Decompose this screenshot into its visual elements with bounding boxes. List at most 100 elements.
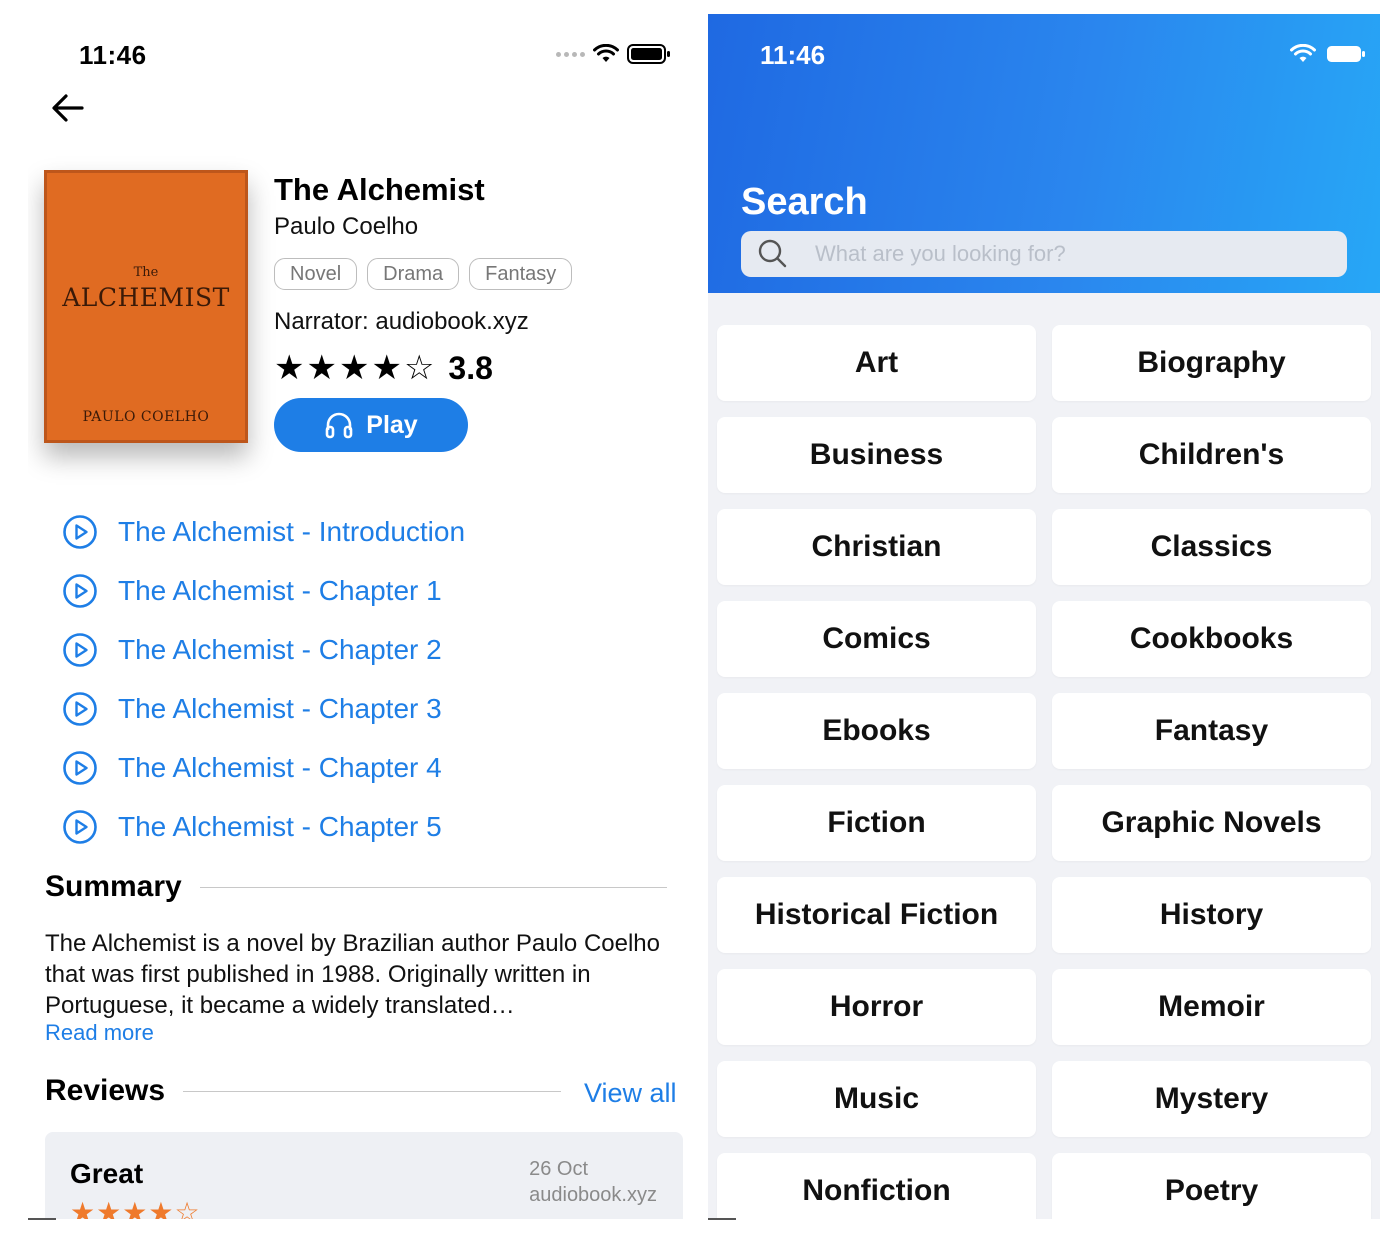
category-nonfiction[interactable]: Nonfiction	[717, 1153, 1036, 1219]
tag-drama[interactable]: Drama	[367, 258, 460, 290]
search-input[interactable]	[815, 241, 1335, 267]
battery-icon	[627, 44, 670, 64]
category-childrens[interactable]: Children's	[1052, 417, 1371, 493]
rating: ★ ★ ★ ★ ☆ 3.8	[274, 346, 674, 390]
status-icons	[1290, 44, 1366, 64]
home-indicator	[708, 1218, 736, 1220]
chapter-title: The Alchemist - Chapter 2	[118, 633, 442, 665]
cover-title: ALCHEMIST	[62, 283, 230, 312]
rating-stars: ★ ★ ★ ★ ☆	[274, 351, 434, 385]
rating-value: 3.8	[448, 349, 493, 386]
chapter-list: The Alchemist - Introduction The Alchemi…	[62, 502, 465, 856]
book-title: The Alchemist	[274, 172, 485, 207]
category-horror[interactable]: Horror	[717, 969, 1036, 1045]
narrator: Narrator: audiobook.xyz	[274, 308, 529, 335]
chapter-item[interactable]: The Alchemist - Chapter 5	[62, 797, 465, 856]
star-filled-icon: ★	[371, 348, 402, 388]
wifi-icon	[593, 44, 619, 62]
play-label: Play	[366, 410, 418, 439]
genre-tags: Novel Drama Fantasy	[274, 258, 674, 290]
chapter-title: The Alchemist - Chapter 5	[118, 810, 442, 842]
chapter-title: The Alchemist - Chapter 4	[118, 751, 442, 783]
tag-novel[interactable]: Novel	[274, 258, 358, 290]
star-filled-icon: ★	[122, 1196, 148, 1219]
wifi-icon	[1290, 44, 1316, 62]
summary-header: Summary	[45, 870, 667, 904]
home-indicator	[28, 1218, 56, 1220]
search-header: 11:46 Search	[708, 14, 1380, 293]
tag-fantasy[interactable]: Fantasy	[469, 258, 573, 290]
view-all-link[interactable]: View all	[584, 1078, 677, 1109]
status-icons	[556, 44, 671, 64]
category-christian[interactable]: Christian	[717, 509, 1036, 585]
review-stars: ★ ★ ★ ★ ☆	[70, 1196, 200, 1219]
reviews-heading: Reviews	[45, 1074, 166, 1107]
category-mystery[interactable]: Mystery	[1052, 1061, 1371, 1137]
review-source: audiobook.xyz	[529, 1184, 657, 1206]
category-biography[interactable]: Biography	[1052, 325, 1371, 401]
battery-icon	[1327, 46, 1365, 62]
review-title: Great	[70, 1158, 144, 1189]
search-icon	[758, 239, 787, 268]
star-empty-icon: ☆	[174, 1196, 200, 1219]
review-meta: 26 Oct audiobook.xyz	[529, 1156, 657, 1208]
search-bar[interactable]	[741, 231, 1347, 277]
divider	[199, 886, 667, 888]
category-graphic-novels[interactable]: Graphic Novels	[1052, 785, 1371, 861]
category-ebooks[interactable]: Ebooks	[717, 693, 1036, 769]
category-comics[interactable]: Comics	[717, 601, 1036, 677]
category-art[interactable]: Art	[717, 325, 1036, 401]
read-more-link[interactable]: Read more	[45, 1020, 154, 1046]
book-author[interactable]: Paulo Coelho	[274, 212, 674, 242]
play-circle-icon	[63, 809, 97, 844]
cover-author: PAULO COELHO	[82, 409, 210, 425]
chapter-title: The Alchemist - Introduction	[118, 515, 466, 547]
page-title: Search	[741, 181, 868, 223]
chapter-item[interactable]: The Alchemist - Introduction	[62, 502, 465, 561]
star-empty-icon: ☆	[403, 348, 435, 388]
play-circle-icon	[63, 632, 97, 667]
play-circle-icon	[63, 514, 97, 549]
play-circle-icon	[63, 750, 97, 785]
divider	[183, 1090, 562, 1092]
chapter-item[interactable]: The Alchemist - Chapter 3	[62, 679, 465, 738]
headphones-icon	[325, 412, 353, 439]
chapter-title: The Alchemist - Chapter 3	[118, 692, 442, 724]
review-date: 26 Oct	[529, 1158, 589, 1180]
chapter-title: The Alchemist - Chapter 1	[118, 574, 442, 606]
star-filled-icon: ★	[96, 1196, 122, 1219]
status-bar: 11:46	[28, 14, 683, 94]
chapter-item[interactable]: The Alchemist - Chapter 1	[62, 561, 465, 620]
book-cover: The ALCHEMIST PAULO COELHO	[44, 170, 248, 443]
star-filled-icon: ★	[306, 348, 337, 388]
play-circle-icon	[63, 691, 97, 726]
category-cookbooks[interactable]: Cookbooks	[1052, 601, 1371, 677]
chapter-item[interactable]: The Alchemist - Chapter 2	[62, 620, 465, 679]
back-arrow-icon[interactable]	[50, 90, 86, 126]
category-grid: Art Biography Business Children's Christ…	[717, 325, 1373, 1219]
cover-the: The	[133, 265, 159, 280]
star-half-icon: ★	[148, 1196, 174, 1219]
category-music[interactable]: Music	[717, 1061, 1036, 1137]
play-circle-icon	[63, 573, 97, 608]
chapter-item[interactable]: The Alchemist - Chapter 4	[62, 738, 465, 797]
review-card[interactable]: Great 26 Oct audiobook.xyz ★ ★ ★ ★ ☆	[45, 1132, 683, 1219]
signal-icon	[556, 51, 585, 57]
play-button[interactable]: Play	[274, 398, 468, 452]
category-memoir[interactable]: Memoir	[1052, 969, 1371, 1045]
category-history[interactable]: History	[1052, 877, 1371, 953]
category-poetry[interactable]: Poetry	[1052, 1153, 1371, 1219]
summary-heading: Summary	[45, 870, 182, 903]
status-time: 11:46	[79, 40, 147, 70]
summary-text: The Alchemist is a novel by Brazilian au…	[45, 930, 660, 1019]
star-filled-icon: ★	[70, 1196, 96, 1219]
category-fiction[interactable]: Fiction	[717, 785, 1036, 861]
category-classics[interactable]: Classics	[1052, 509, 1371, 585]
category-historical-fiction[interactable]: Historical Fiction	[717, 877, 1036, 953]
star-filled-icon: ★	[274, 348, 305, 388]
status-time: 11:46	[760, 40, 826, 70]
book-info: The Alchemist Paulo Coelho Novel Drama F…	[274, 172, 674, 452]
category-fantasy[interactable]: Fantasy	[1052, 693, 1371, 769]
category-business[interactable]: Business	[717, 417, 1036, 493]
star-filled-icon: ★	[338, 348, 370, 388]
